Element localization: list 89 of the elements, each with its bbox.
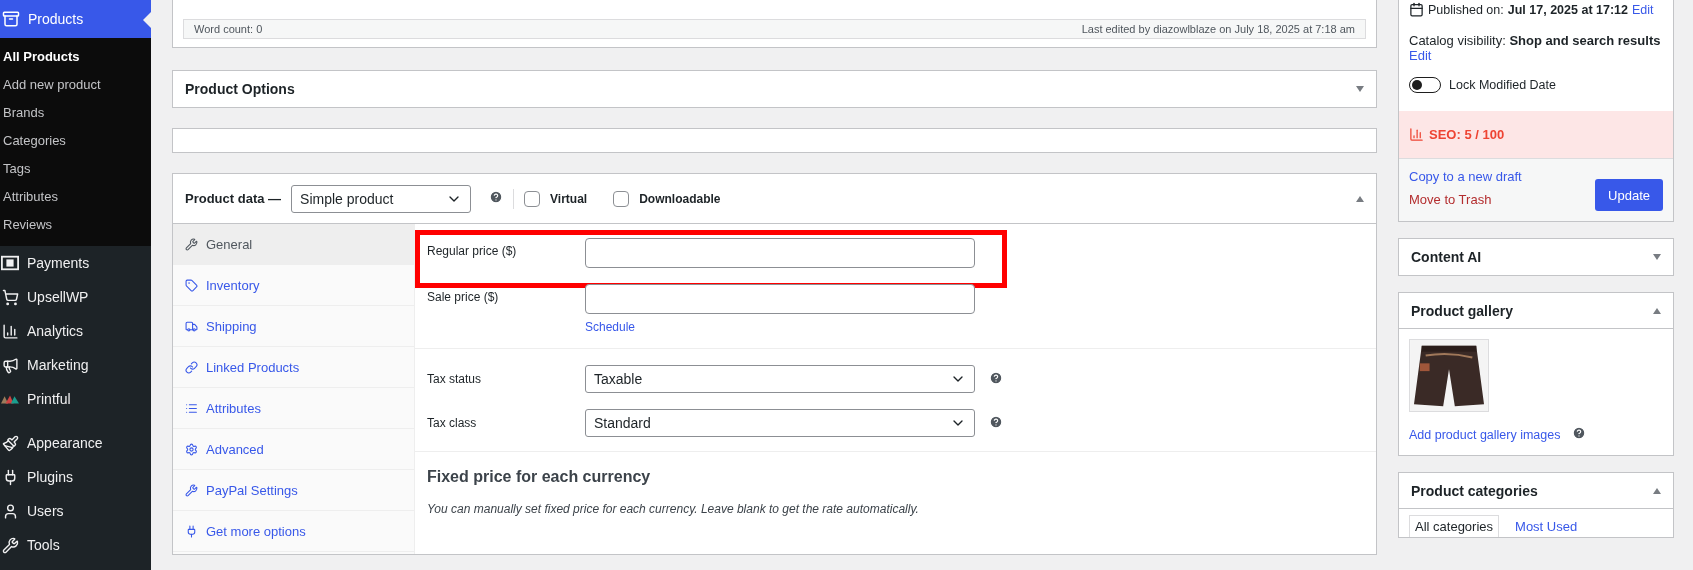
trash-link[interactable]: Move to Trash [1409,192,1522,207]
list-icon [185,401,198,415]
tab[interactable]: Inventory [173,265,414,306]
menu-item[interactable]: Tools [0,528,151,562]
submenu-item[interactable]: Categories [0,126,151,154]
menu-item[interactable]: Products [0,0,151,38]
last-edited-text: Last edited by diazowlblaze on July 18, 2025 at 7:18 am [1081,23,1355,35]
checkbox[interactable] [613,190,630,207]
tab[interactable]: Linked Products [173,347,414,388]
panel-title: Content AI [1411,249,1482,265]
help-icon[interactable] [1572,426,1587,440]
paintbrush-icon [1,434,19,452]
seo-score: SEO: 5 / 100 [1429,127,1505,142]
input-field[interactable] [585,238,975,268]
section-heading: Fixed price for each currency [426,467,652,487]
field-label: Sale price ($) [427,289,500,304]
checkbox[interactable] [524,190,541,207]
help-text: You can manually set fixed price for each currency. Leave blank to get the rate automatically. [426,501,920,518]
bar-chart-icon [1,322,19,340]
toggle-arrow-icon[interactable] [1653,254,1661,260]
menu-item[interactable]: Users [0,494,151,528]
tag-icon [185,278,198,292]
published-label: Published on: [1428,2,1504,17]
menu-item[interactable]: Marketing [0,348,151,382]
checkbox-label: Virtual [550,191,588,206]
product-type-select[interactable]: Simple product [291,184,472,213]
menu-item[interactable]: UpsellWP [0,280,151,314]
edit-link[interactable]: Edit [1409,48,1432,63]
update-button[interactable]: Update [1595,179,1663,211]
panel-title: Product categories [1411,482,1538,499]
schedule-link[interactable]: Schedule [585,320,975,334]
mountain-logo-icon [1,394,19,404]
link-icon [185,360,198,374]
tab[interactable]: Get more options [173,511,414,552]
toggle-arrow-icon[interactable] [1356,86,1364,92]
edit-link[interactable]: Edit [1632,2,1654,17]
field-label: Regular price ($) [427,243,518,258]
field-label: Tax class [427,416,478,430]
plug-icon [185,524,198,538]
tab[interactable]: Shipping [173,306,414,347]
add-gallery-link[interactable]: Add product gallery images [1409,427,1561,442]
submenu-item[interactable]: Attributes [0,182,151,210]
wrench-icon [185,483,198,497]
published-date: Jul 17, 2025 at 17:12 [1507,2,1628,17]
submenu-item[interactable]: Brands [0,98,151,126]
toggle-arrow-icon[interactable] [1653,487,1661,494]
input-field[interactable] [585,284,975,314]
menu-item[interactable]: Appearance [0,426,151,460]
chart-icon [1409,127,1424,142]
toggle-label: Lock Modified Date [1449,78,1556,92]
tab[interactable]: All categories [1409,515,1500,537]
truck-icon [185,319,198,333]
word-count: Word count: 0 [194,23,263,35]
toggle-switch[interactable] [1409,77,1441,93]
toggle-arrow-icon[interactable] [1356,195,1364,202]
visibility-value: Shop and search results [1509,33,1661,48]
archive-icon [2,10,20,28]
copy-draft-link[interactable]: Copy to a new draft [1409,169,1522,184]
help-icon[interactable] [989,414,1003,429]
submenu-item[interactable]: All Products [0,42,151,70]
megaphone-icon [1,356,19,374]
submenu-item[interactable]: Reviews [0,210,151,238]
menu-item[interactable]: Printful [0,382,151,416]
visibility-label: Catalog visibility: [1409,33,1507,48]
checkbox-label: Downloadable [639,191,721,206]
wrench-icon [1,536,19,554]
select-field[interactable]: Standard [585,409,975,437]
field-label: Tax status [427,372,483,386]
panel-title: Product gallery [1411,302,1513,319]
calendar-icon [1409,2,1424,17]
panel-title: Product data — [185,191,282,206]
menu-item[interactable]: Analytics [0,314,151,348]
gear-icon [185,442,198,456]
tab[interactable]: Attributes [173,388,414,429]
menu-item[interactable]: Payments [0,246,151,280]
toggle-arrow-icon[interactable] [1653,307,1661,314]
tab[interactable]: Advanced [173,429,414,470]
menu-item[interactable]: Plugins [0,460,151,494]
tab[interactable]: PayPal Settings [173,470,414,511]
panel-title: Product Options [185,81,295,97]
wrench-icon [185,237,198,251]
tab[interactable]: General [173,224,414,265]
help-icon[interactable] [489,190,504,204]
cart-icon [1,288,19,306]
submenu-item[interactable]: Add new product [0,70,151,98]
help-icon[interactable] [989,370,1003,385]
submenu-item[interactable]: Tags [0,154,151,182]
tab[interactable]: Most Used [1509,515,1584,537]
select-field[interactable]: Taxable [585,365,975,393]
